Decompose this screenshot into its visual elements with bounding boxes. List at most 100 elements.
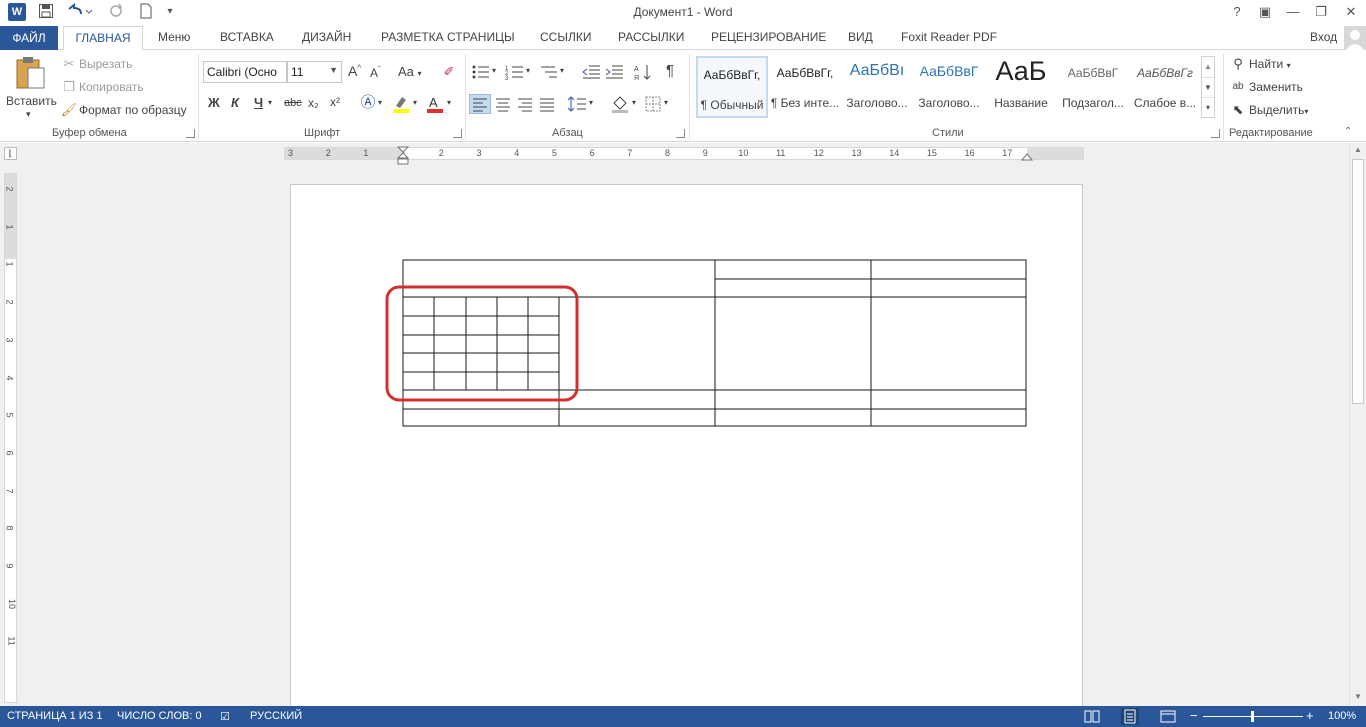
proofing-icon[interactable]: ☑ [220, 710, 230, 723]
vertical-scrollbar[interactable]: ▲ ▼ [1349, 143, 1366, 706]
indent-marker-icon[interactable] [397, 146, 409, 170]
sort-icon[interactable]: AЯ [634, 63, 652, 82]
right-indent-marker-icon[interactable] [1021, 151, 1033, 161]
chevron-down-icon[interactable]: ▼ [1202, 77, 1214, 97]
superscript-button[interactable]: x² [330, 95, 340, 109]
strikethrough-button[interactable]: abc [284, 97, 302, 109]
italic-button[interactable]: К [231, 95, 239, 110]
numbering-dropdown-icon[interactable]: ▾ [526, 66, 530, 75]
scroll-up-icon[interactable]: ▲ [1350, 143, 1366, 157]
borders-dropdown-icon[interactable]: ▾ [664, 98, 668, 107]
zoom-out-icon[interactable]: − [1190, 708, 1198, 723]
zoom-in-icon[interactable]: + [1306, 708, 1314, 723]
tab-view[interactable]: ВИД [848, 30, 873, 44]
multilevel-dropdown-icon[interactable]: ▾ [560, 66, 564, 75]
highlight-color-icon[interactable] [391, 94, 411, 114]
multilevel-list-icon[interactable] [539, 64, 559, 80]
line-spacing-dropdown-icon[interactable]: ▾ [589, 98, 593, 107]
cut-button[interactable]: Вырезать [79, 57, 132, 71]
tab-home[interactable]: ГЛАВНАЯ [63, 26, 143, 51]
font-launcher-icon[interactable] [453, 129, 462, 138]
tab-insert[interactable]: ВСТАВКА [220, 30, 274, 44]
chevron-up-icon[interactable]: ▲ [1202, 57, 1214, 77]
style-normal[interactable]: АаБбВвГг, ¶ Обычный [696, 56, 768, 118]
styles-launcher-icon[interactable] [1211, 129, 1220, 138]
read-mode-icon[interactable] [1084, 709, 1100, 724]
style-heading-2[interactable]: АаБбВвГ Заголово... [913, 56, 985, 118]
decrease-indent-icon[interactable] [581, 64, 601, 80]
shading-dropdown-icon[interactable]: ▾ [632, 98, 636, 107]
copy-button[interactable]: Копировать [79, 80, 144, 94]
more-styles-icon[interactable]: ▾ [1202, 97, 1214, 117]
web-layout-icon[interactable] [1160, 709, 1176, 724]
numbering-icon[interactable]: 123 [505, 64, 525, 82]
select-button[interactable]: Выделить▾ [1249, 103, 1308, 117]
ribbon-display-options-icon[interactable]: ▣ [1252, 3, 1278, 21]
tab-menu[interactable]: Меню [158, 30, 190, 44]
font-size-combo[interactable]: 11 ▼ [287, 61, 342, 83]
replace-button[interactable]: Заменить [1249, 80, 1303, 94]
horizontal-ruler[interactable]: 3211234567891011121314151617 [284, 146, 1084, 165]
bullets-dropdown-icon[interactable]: ▾ [492, 66, 496, 75]
underline-dropdown-icon[interactable]: ▾ [268, 98, 272, 107]
word-count-status[interactable]: ЧИСЛО СЛОВ: 0 [117, 710, 202, 722]
align-right-icon[interactable] [515, 95, 535, 113]
format-painter-button[interactable]: Формат по образцу [79, 103, 187, 117]
scrollbar-thumb[interactable] [1352, 159, 1364, 404]
restore-button[interactable]: ❐ [1308, 3, 1334, 21]
tab-review[interactable]: РЕЦЕНЗИРОВАНИЕ [711, 30, 826, 44]
zoom-level[interactable]: 100% [1328, 710, 1356, 722]
justify-icon[interactable] [537, 95, 557, 113]
increase-indent-icon[interactable] [604, 64, 624, 80]
style-subtitle[interactable]: АаБбВвГ Подзагол... [1057, 56, 1129, 118]
collapse-ribbon-icon[interactable]: ⌃ [1344, 126, 1352, 137]
line-spacing-icon[interactable] [567, 94, 587, 114]
tab-foxit[interactable]: Foxit Reader PDF [901, 30, 997, 44]
borders-icon[interactable] [644, 95, 662, 113]
show-marks-icon[interactable]: ¶ [666, 62, 674, 79]
tab-design[interactable]: ДИЗАЙН [302, 30, 351, 44]
style-title[interactable]: АаБ Название [985, 56, 1057, 118]
clipboard-launcher-icon[interactable] [186, 129, 195, 138]
font-color-icon[interactable]: A [425, 94, 445, 114]
tab-layout[interactable]: РАЗМЕТКА СТРАНИЦЫ [381, 30, 515, 44]
align-left-button[interactable] [469, 94, 491, 114]
tab-mailings[interactable]: РАССЫЛКИ [618, 30, 684, 44]
tab-references[interactable]: ССЫЛКИ [540, 30, 591, 44]
style-no-spacing[interactable]: АаБбВвГг, ¶ Без инте... [769, 56, 841, 118]
tab-selector-icon[interactable]: ⌊ [4, 147, 17, 160]
sign-in-link[interactable]: Вход [1310, 30, 1337, 44]
document-table[interactable] [291, 185, 1084, 715]
clear-formatting-icon[interactable]: ✐ [440, 64, 458, 80]
underline-button[interactable]: Ч [254, 95, 263, 110]
style-subtle-emphasis[interactable]: АаБбВвГг Слабое в... [1129, 56, 1201, 118]
bullets-icon[interactable] [471, 64, 491, 80]
paste-dropdown-icon[interactable]: ▾ [26, 109, 31, 120]
help-icon[interactable]: ? [1224, 3, 1250, 21]
page-count-status[interactable]: СТРАНИЦА 1 ИЗ 1 [7, 710, 103, 722]
paragraph-launcher-icon[interactable] [676, 129, 685, 138]
text-effects-dropdown-icon[interactable]: ▾ [378, 98, 382, 107]
minimize-button[interactable]: — [1280, 3, 1306, 21]
bold-button[interactable]: Ж [208, 95, 220, 110]
zoom-slider-thumb[interactable] [1251, 711, 1254, 722]
tab-file[interactable]: ФАЙЛ [0, 26, 58, 50]
text-effects-icon[interactable]: Ⓐ [359, 95, 377, 111]
font-name-combo[interactable]: Calibri (Осно [203, 61, 287, 83]
scroll-down-icon[interactable]: ▼ [1350, 690, 1366, 704]
subscript-button[interactable]: x₂ [308, 96, 319, 110]
paste-button[interactable]: Вставить ▾ [6, 54, 57, 120]
document-page[interactable] [290, 184, 1083, 714]
find-button[interactable]: Найти ▾ [1249, 57, 1291, 71]
align-center-icon[interactable] [493, 95, 513, 113]
language-status[interactable]: РУССКИЙ [250, 710, 302, 722]
shrink-font-button[interactable]: Aˇ [370, 65, 381, 80]
grow-font-button[interactable]: A^ [348, 63, 361, 79]
vertical-ruler[interactable]: 2 1 1 2 3 4 5 6 7 8 9 10 11 [4, 173, 17, 703]
styles-scroll[interactable]: ▲ ▼ ▾ [1201, 56, 1215, 118]
highlight-dropdown-icon[interactable]: ▾ [413, 98, 417, 107]
change-case-button[interactable]: Aa ▾ [398, 64, 422, 79]
style-heading-1[interactable]: АаБбВı Заголово... [841, 56, 913, 118]
font-color-dropdown-icon[interactable]: ▾ [447, 98, 451, 107]
print-layout-icon[interactable] [1121, 708, 1139, 725]
